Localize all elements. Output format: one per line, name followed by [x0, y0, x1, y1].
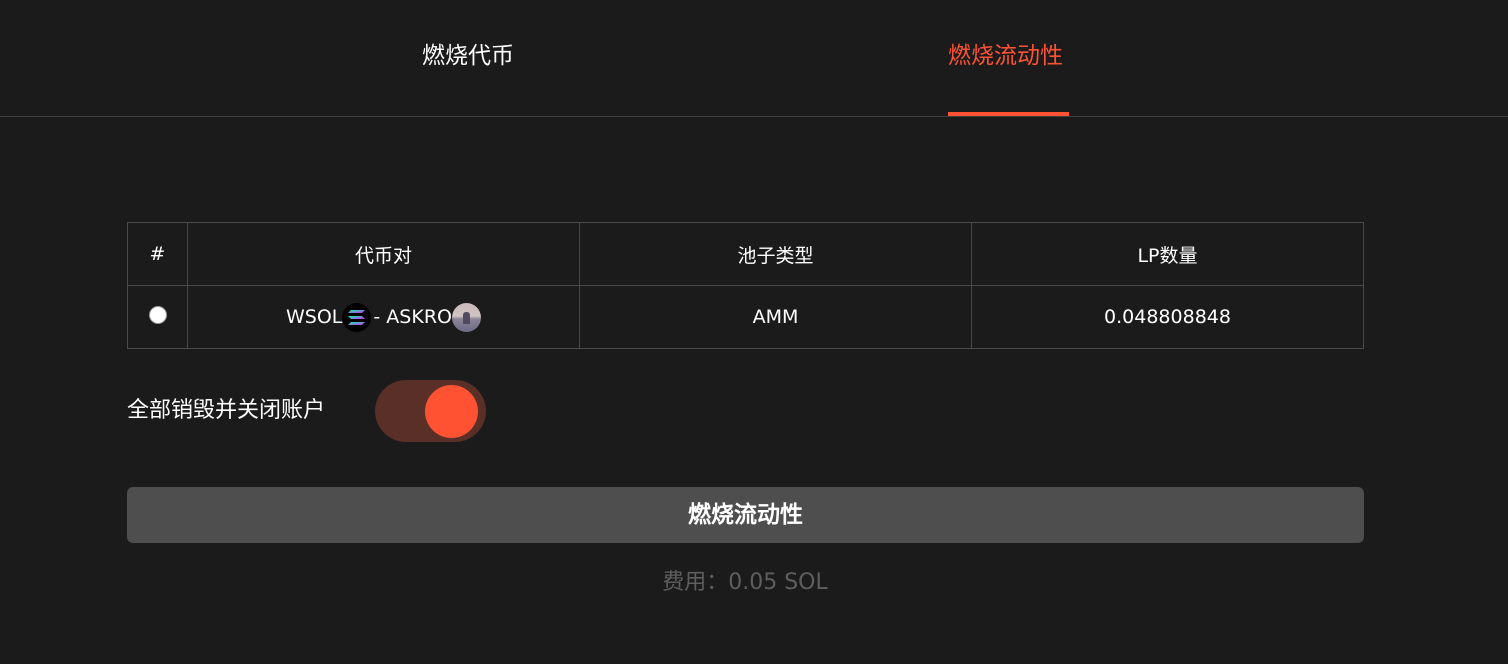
tab-burn-token[interactable]: 燃烧代币 — [422, 40, 514, 72]
token-pair: WSOL - ASKRO — [286, 302, 481, 332]
active-tab-indicator — [948, 112, 1069, 116]
fee-text: 费用：0.05 SOL — [662, 570, 828, 595]
table-header-row: # 代币对 池子类型 LP数量 — [127, 222, 1364, 286]
column-header-pair: 代币对 — [187, 222, 580, 286]
tab-burn-liquidity[interactable]: 燃烧流动性 — [948, 40, 1063, 72]
table-row[interactable]: WSOL - ASKRO AMM 0.048808848 — [127, 285, 1364, 349]
row-select-cell — [127, 285, 188, 349]
token-b-symbol: ASKRO — [386, 306, 452, 328]
pool-type-cell: AMM — [579, 285, 972, 349]
lp-amount-cell: 0.048808848 — [971, 285, 1364, 349]
token-pair-cell: WSOL - ASKRO — [187, 285, 580, 349]
column-header-index: # — [127, 222, 188, 286]
close-accounts-label: 全部销毁并关闭账户 — [127, 398, 326, 423]
tab-bar: 燃烧代币 燃烧流动性 — [0, 0, 1508, 117]
askro-token-icon — [451, 302, 481, 332]
burn-liquidity-button[interactable]: 燃烧流动性 — [127, 487, 1364, 543]
token-pair-separator: - — [373, 306, 387, 328]
solana-icon — [342, 302, 372, 332]
column-header-pool-type: 池子类型 — [579, 222, 972, 286]
token-a-symbol: WSOL — [286, 306, 343, 328]
row-select-radio[interactable] — [148, 305, 167, 324]
toggle-knob — [425, 385, 478, 438]
lp-table: # 代币对 池子类型 LP数量 WSOL - ASKRO AMM 0.04880… — [127, 222, 1364, 349]
column-header-lp-amount: LP数量 — [971, 222, 1364, 286]
close-accounts-row: 全部销毁并关闭账户 — [127, 380, 486, 442]
close-accounts-toggle[interactable] — [375, 380, 486, 442]
